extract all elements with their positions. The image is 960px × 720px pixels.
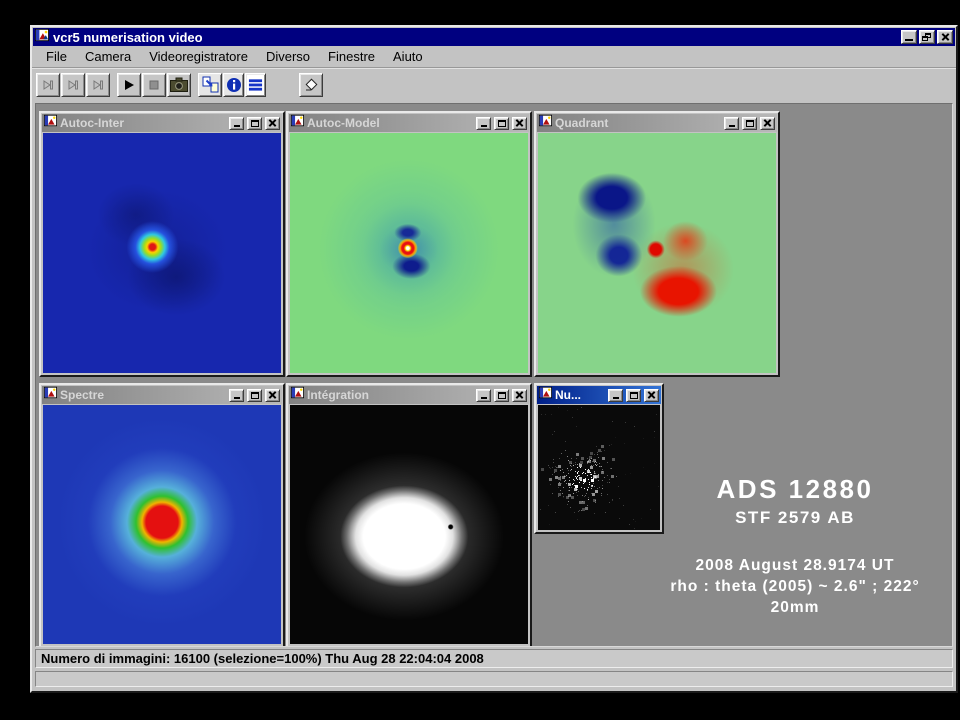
step-frame-button-1[interactable]	[36, 73, 60, 97]
copy-frames-button[interactable]	[198, 73, 222, 97]
focal-length: 20mm	[634, 597, 953, 618]
menu-bar: File Camera Videoregistratore Diverso Fi…	[32, 46, 956, 67]
maximize-button[interactable]	[494, 389, 509, 402]
app-title: vcr5 numerisation video	[53, 30, 897, 45]
autoc-inter-titlebar[interactable]: Autoc-Inter	[42, 114, 282, 132]
window-title: Autoc-Inter	[60, 116, 226, 130]
app-window: vcr5 numerisation video File Camera Vide…	[30, 25, 958, 693]
image-icon	[44, 386, 57, 404]
window-title: Intégration	[307, 388, 473, 402]
menu-aiuto[interactable]: Aiuto	[384, 47, 432, 66]
maximize-button[interactable]	[742, 117, 757, 130]
restore-button[interactable]	[919, 30, 935, 44]
window-integration: Intégration	[286, 383, 532, 647]
close-button[interactable]	[512, 389, 527, 402]
menu-camera[interactable]: Camera	[76, 47, 140, 66]
target-name: ADS 12880	[634, 474, 953, 505]
window-quadrant: Quadrant	[534, 111, 780, 377]
autoc-model-image	[290, 133, 528, 373]
close-button[interactable]	[760, 117, 775, 130]
spectre-image	[43, 405, 281, 644]
mdi-client-area: Autoc-Inter Autoc-Model	[35, 103, 953, 647]
menu-file[interactable]: File	[37, 47, 76, 66]
maximize-button[interactable]	[626, 389, 641, 402]
app-titlebar[interactable]: vcr5 numerisation video	[33, 28, 955, 46]
camera-snapshot-button[interactable]	[167, 73, 191, 97]
close-button[interactable]	[937, 30, 953, 44]
autoc-inter-image	[43, 133, 281, 373]
annotation-block: ADS 12880 STF 2579 AB 2008 August 28.917…	[634, 474, 953, 618]
window-autoc-inter: Autoc-Inter	[39, 111, 285, 377]
minimize-button[interactable]	[476, 389, 491, 402]
stop-button[interactable]	[142, 73, 166, 97]
minimize-button[interactable]	[901, 30, 917, 44]
target-designation: STF 2579 AB	[634, 508, 953, 528]
image-icon	[291, 386, 304, 404]
window-autoc-model: Autoc-Model	[286, 111, 532, 377]
eraser-button[interactable]	[299, 73, 323, 97]
list-button[interactable]	[245, 73, 266, 97]
info-button[interactable]	[223, 73, 244, 97]
minimize-button[interactable]	[229, 389, 244, 402]
step-frame-button-3[interactable]	[86, 73, 110, 97]
menu-finestre[interactable]: Finestre	[319, 47, 384, 66]
autoc-model-titlebar[interactable]: Autoc-Model	[289, 114, 529, 132]
close-button[interactable]	[265, 117, 280, 130]
step-frame-button-2[interactable]	[61, 73, 85, 97]
maximize-button[interactable]	[494, 117, 509, 130]
speckle-dots	[538, 405, 539, 406]
window-title: Autoc-Model	[307, 116, 473, 130]
toolbar	[32, 67, 956, 101]
quadrant-image	[538, 133, 776, 373]
image-icon	[44, 114, 57, 132]
image-icon	[539, 386, 552, 404]
image-icon	[291, 114, 304, 132]
spectre-titlebar[interactable]: Spectre	[42, 386, 282, 404]
minimize-button[interactable]	[724, 117, 739, 130]
window-spectre: Spectre	[39, 383, 285, 647]
close-button[interactable]	[644, 389, 659, 402]
play-button[interactable]	[117, 73, 141, 97]
menu-diverso[interactable]: Diverso	[257, 47, 319, 66]
window-title: Quadrant	[555, 116, 721, 130]
quadrant-titlebar[interactable]: Quadrant	[537, 114, 777, 132]
observation-date: 2008 August 28.9174 UT	[634, 555, 953, 576]
numerisation-titlebar[interactable]: Nu...	[537, 386, 661, 404]
integration-image	[290, 405, 528, 644]
minimize-button[interactable]	[608, 389, 623, 402]
window-title: Spectre	[60, 388, 226, 402]
window-title: Nu...	[555, 388, 605, 402]
app-icon	[35, 28, 49, 47]
close-button[interactable]	[512, 117, 527, 130]
status-bar: Numero di immagini: 16100 (selezione=100…	[35, 649, 953, 668]
desktop: vcr5 numerisation video File Camera Vide…	[0, 0, 960, 720]
progress-bar	[35, 671, 953, 687]
integration-titlebar[interactable]: Intégration	[289, 386, 529, 404]
close-button[interactable]	[265, 389, 280, 402]
maximize-button[interactable]	[247, 117, 262, 130]
minimize-button[interactable]	[229, 117, 244, 130]
image-icon	[539, 114, 552, 132]
minimize-button[interactable]	[476, 117, 491, 130]
menu-videoregistratore[interactable]: Videoregistratore	[140, 47, 257, 66]
measure-estimate: rho : theta (2005) ~ 2.6" ; 222°	[634, 576, 953, 597]
maximize-button[interactable]	[247, 389, 262, 402]
